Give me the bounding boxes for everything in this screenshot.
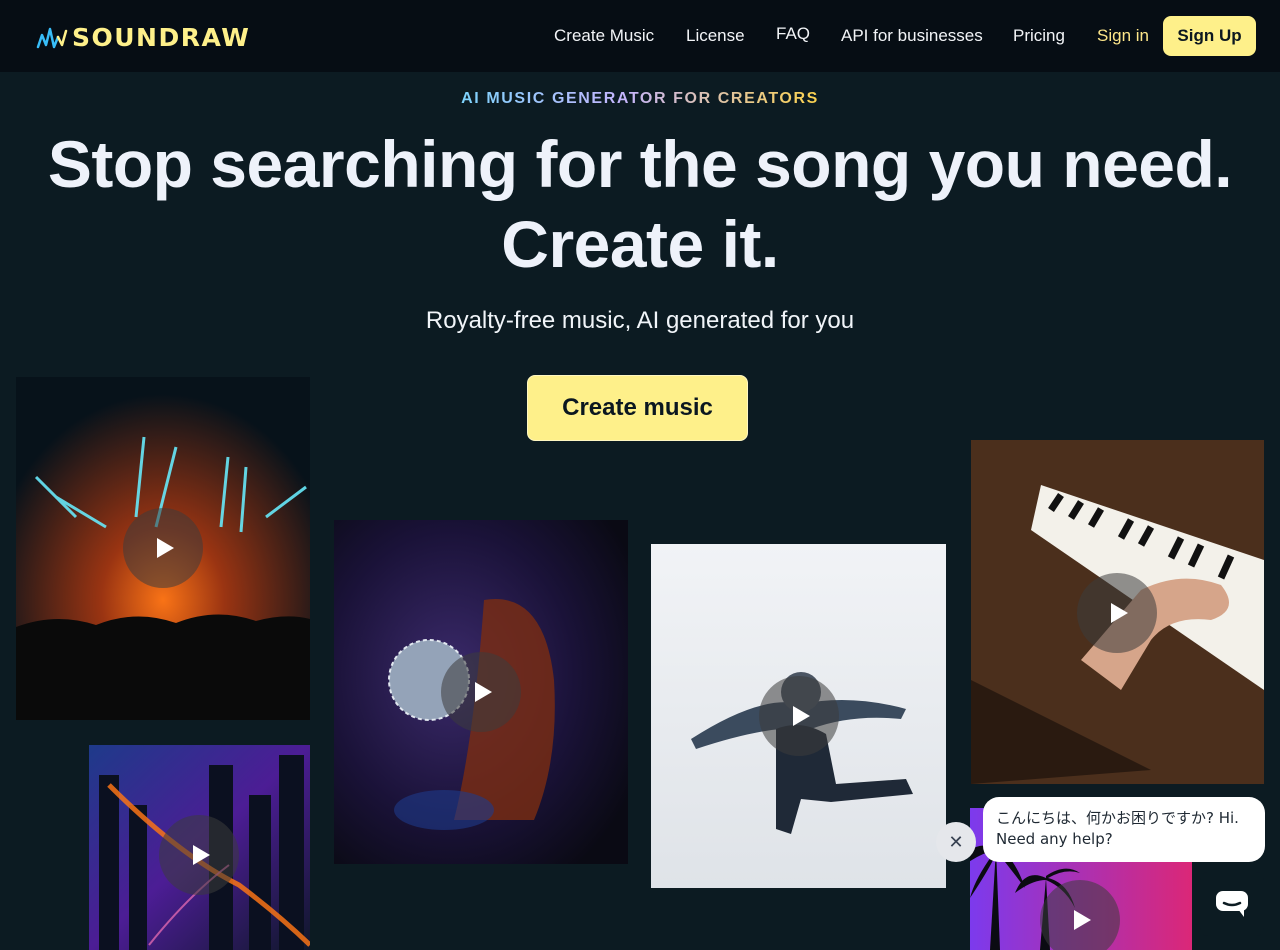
- hero-headline: Stop searching for the song you need. Cr…: [0, 124, 1280, 284]
- video-tile-dancer[interactable]: [651, 544, 946, 888]
- video-tile-piano[interactable]: [971, 440, 1264, 784]
- hero-subline: Royalty-free music, AI generated for you: [425, 307, 855, 334]
- nav-api-for-businesses[interactable]: API for businesses: [841, 26, 983, 46]
- play-button-icon[interactable]: [123, 508, 203, 588]
- chat-icon: [1216, 891, 1248, 917]
- chat-greeting-bubble[interactable]: こんにちは、何かお困りですか? Hi. Need any help?: [983, 797, 1265, 862]
- logo-wordmark: SOUNDRAW: [72, 22, 251, 52]
- sign-up-button[interactable]: Sign Up: [1163, 16, 1256, 56]
- top-navigation-bar: SOUNDRAW Create Music License FAQ API fo…: [0, 0, 1280, 72]
- play-button-icon[interactable]: [1077, 573, 1157, 653]
- nav-faq[interactable]: FAQ: [776, 24, 810, 44]
- waveform-logo-icon: [36, 27, 68, 49]
- nav-license[interactable]: License: [686, 26, 745, 46]
- create-music-cta-button[interactable]: Create music: [527, 375, 748, 441]
- chat-launcher-button[interactable]: [1200, 872, 1264, 936]
- soundraw-logo[interactable]: SOUNDRAW: [36, 20, 250, 54]
- close-icon[interactable]: ✕: [936, 822, 976, 862]
- play-button-icon[interactable]: [759, 676, 839, 756]
- chat-message-line-1: こんにちは、何かお困りですか? Hi.: [996, 809, 1239, 827]
- video-tile-city[interactable]: [89, 745, 310, 950]
- headline-line-1: Stop searching for the song you need.: [47, 127, 1233, 201]
- play-button-icon[interactable]: [441, 652, 521, 732]
- nav-pricing[interactable]: Pricing: [1013, 26, 1065, 46]
- play-button-icon[interactable]: [1040, 880, 1120, 950]
- video-tile-disco[interactable]: [334, 520, 628, 864]
- hero-kicker: AI MUSIC GENERATOR FOR CREATORS: [461, 90, 819, 107]
- play-button-icon[interactable]: [159, 815, 239, 895]
- nav-create-music[interactable]: Create Music: [554, 26, 654, 46]
- sign-in-link[interactable]: Sign in: [1097, 26, 1149, 46]
- chat-message-line-2: Need any help?: [996, 830, 1113, 848]
- headline-line-2: Create it.: [501, 207, 779, 281]
- video-tile-concert[interactable]: [16, 377, 310, 720]
